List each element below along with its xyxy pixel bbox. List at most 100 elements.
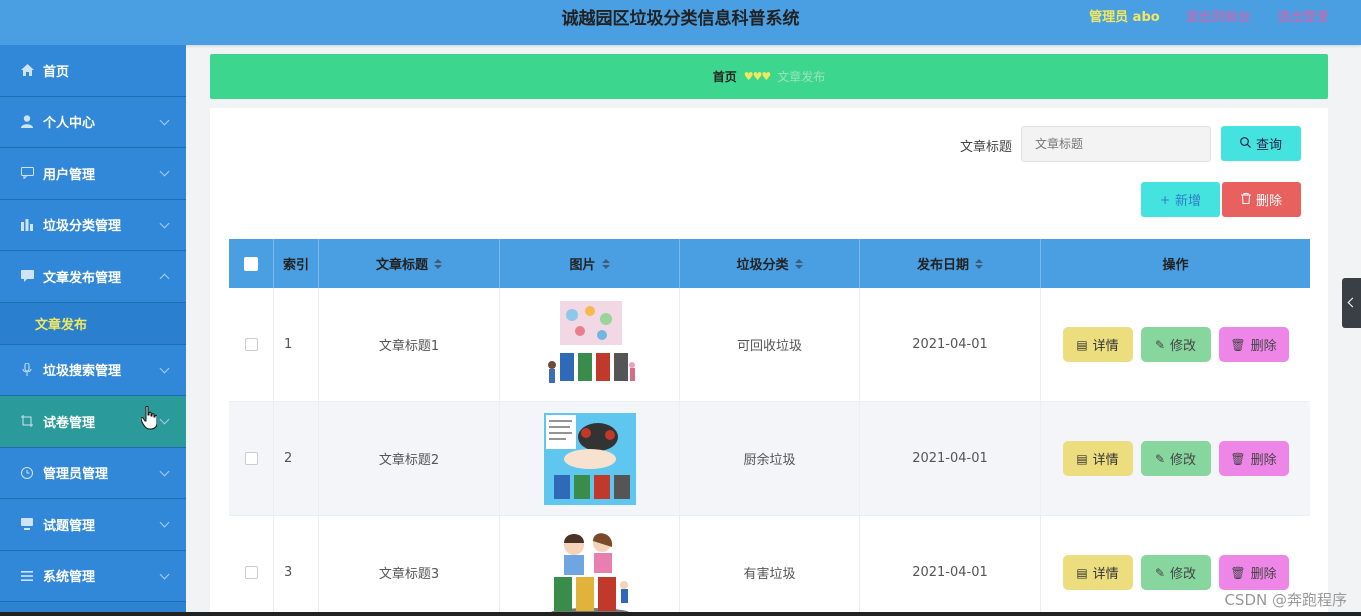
add-button[interactable]: + 新增 — [1141, 182, 1220, 217]
trash-icon: 🗑 — [1230, 337, 1246, 352]
column-header-title[interactable]: 文章标题 — [319, 239, 500, 288]
logout-link[interactable]: 退出登录 — [1277, 10, 1329, 25]
bottom-scrollbar — [0, 612, 1361, 616]
sidebar-item-label: 文章发布管理 — [43, 270, 122, 286]
column-header-date[interactable]: 发布日期 — [860, 239, 1041, 288]
row-category: 厨余垃圾 — [680, 402, 860, 515]
sidebar-item-admin-management[interactable]: 管理员管理 — [0, 447, 186, 499]
sidebar-item-label: 管理员管理 — [43, 467, 109, 483]
row-title: 文章标题2 — [319, 402, 500, 515]
column-header-actions: 操作 — [1162, 258, 1189, 273]
chevron-down-icon — [159, 115, 170, 126]
table-row: 3 文章标题3 有害垃圾 2021-04-01 ▤ 详情 ✎ 修改 🗑 删除 — [229, 516, 1310, 616]
column-header-image[interactable]: 图片 — [500, 239, 680, 288]
chevron-up-icon — [159, 273, 170, 284]
sidebar: 首页 个人中心 用户管理 垃圾分类管理 文章发布管理 文章发布 垃圾搜索管理 试… — [0, 45, 186, 616]
trash-icon: 🗑 — [1230, 565, 1246, 580]
top-header: 诚越园区垃圾分类信息科普系统 管理员 abo 退出到前台 退出登录 — [0, 0, 1361, 45]
menu-icon — [20, 569, 34, 583]
query-button[interactable]: 查询 — [1221, 126, 1301, 161]
document-icon: ▤ — [1076, 565, 1088, 580]
edit-label: 修改 — [1170, 339, 1197, 354]
breadcrumb: 首页 ♥♥♥ 文章发布 — [210, 54, 1328, 99]
sidebar-item-label: 首页 — [43, 64, 70, 80]
trash-icon — [1240, 192, 1251, 207]
chevron-down-icon — [159, 218, 170, 229]
sidebar-item-exam-paper-management[interactable]: 试卷管理 — [0, 396, 186, 448]
sort-icon — [434, 258, 442, 269]
sidebar-item-article-publish-management[interactable]: 文章发布管理 — [0, 251, 186, 303]
sidebar-item-label: 系统管理 — [43, 570, 96, 586]
chevron-down-icon — [159, 569, 170, 580]
detail-label: 详情 — [1092, 339, 1119, 354]
row-index: 3 — [274, 516, 319, 616]
pencil-icon: ✎ — [1154, 451, 1166, 466]
breadcrumb-home[interactable]: 首页 — [713, 68, 737, 85]
detail-button[interactable]: ▤ 详情 — [1062, 555, 1133, 590]
clock-icon — [20, 466, 34, 480]
chevron-down-icon — [159, 517, 170, 528]
pencil-icon: ✎ — [1154, 565, 1166, 580]
sidebar-item-garbage-search-management[interactable]: 垃圾搜索管理 — [0, 344, 186, 396]
sidebar-item-label: 垃圾搜索管理 — [43, 364, 122, 380]
collapse-panel-toggle[interactable] — [1342, 278, 1361, 328]
column-header-index: 索引 — [274, 239, 319, 288]
edit-label: 修改 — [1170, 567, 1197, 582]
delete-button[interactable]: 🗑 删除 — [1218, 555, 1289, 590]
document-icon: ▤ — [1076, 337, 1088, 352]
article-thumbnail[interactable] — [543, 412, 636, 505]
sidebar-item-label: 垃圾分类管理 — [43, 219, 122, 235]
row-title: 文章标题1 — [319, 288, 500, 401]
mic-icon — [20, 363, 34, 377]
row-date: 2021-04-01 — [860, 402, 1041, 515]
chevron-down-icon — [159, 414, 170, 425]
table-row: 2 文章标题2 厨余垃圾 2021-04-01 ▤ 详情 ✎ 修改 🗑 删除 — [229, 402, 1310, 516]
sidebar-item-user-management[interactable]: 用户管理 — [0, 148, 186, 200]
add-button-label: 新增 — [1175, 194, 1202, 209]
row-category: 可回收垃圾 — [680, 288, 860, 401]
hearts-separator-icon: ♥♥♥ — [743, 70, 772, 83]
select-all-checkbox[interactable] — [244, 256, 258, 271]
detail-button[interactable]: ▤ 详情 — [1062, 327, 1133, 362]
sidebar-item-home[interactable]: 首页 — [0, 45, 186, 97]
detail-button[interactable]: ▤ 详情 — [1062, 441, 1133, 476]
chevron-down-icon — [159, 363, 170, 374]
content-panel: 文章标题 查询 + 新增 删除 索引 文章标题 图片 垃圾分类 发布日期 操作 … — [210, 108, 1328, 616]
sidebar-item-system-management[interactable]: 系统管理 — [0, 550, 186, 602]
edit-button[interactable]: ✎ 修改 — [1140, 441, 1211, 476]
row-checkbox[interactable] — [244, 338, 258, 351]
chat-icon — [20, 166, 34, 180]
edit-button[interactable]: ✎ 修改 — [1140, 555, 1211, 590]
article-thumbnail[interactable] — [544, 299, 636, 391]
row-category: 有害垃圾 — [680, 516, 860, 616]
article-table: 索引 文章标题 图片 垃圾分类 发布日期 操作 1 文章标题1 可回收垃圾 20… — [229, 239, 1310, 616]
delete-button-label: 删除 — [1255, 194, 1282, 209]
row-title: 文章标题3 — [319, 516, 500, 616]
plus-icon: + — [1159, 192, 1171, 207]
sidebar-item-label: 试题管理 — [43, 518, 96, 534]
back-to-front-link[interactable]: 退出到前台 — [1186, 10, 1251, 25]
column-header-category[interactable]: 垃圾分类 — [680, 239, 860, 288]
delete-label: 删除 — [1250, 567, 1277, 582]
detail-label: 详情 — [1092, 567, 1119, 582]
chevron-down-icon — [159, 466, 170, 477]
sidebar-item-personal-center[interactable]: 个人中心 — [0, 96, 186, 148]
sidebar-item-question-management[interactable]: 试题管理 — [0, 499, 186, 551]
search-input[interactable] — [1021, 126, 1211, 162]
sidebar-item-garbage-category-management[interactable]: 垃圾分类管理 — [0, 199, 186, 251]
column-header-label: 垃圾分类 — [736, 258, 789, 273]
search-icon — [1240, 136, 1251, 151]
edit-button[interactable]: ✎ 修改 — [1140, 327, 1211, 362]
message-icon — [20, 269, 34, 283]
row-checkbox[interactable] — [244, 566, 258, 579]
sidebar-item-label: 用户管理 — [43, 167, 96, 183]
submenu-item-article-publish[interactable]: 文章发布 — [0, 302, 186, 345]
row-checkbox[interactable] — [244, 452, 258, 465]
admin-username: 管理员 abo — [1089, 10, 1160, 25]
chevron-down-icon — [159, 166, 170, 177]
article-thumbnail[interactable] — [544, 527, 636, 616]
batch-delete-button[interactable]: 删除 — [1222, 182, 1301, 217]
trash-icon: 🗑 — [1230, 451, 1246, 466]
delete-button[interactable]: 🗑 删除 — [1218, 441, 1289, 476]
delete-button[interactable]: 🗑 删除 — [1218, 327, 1289, 362]
